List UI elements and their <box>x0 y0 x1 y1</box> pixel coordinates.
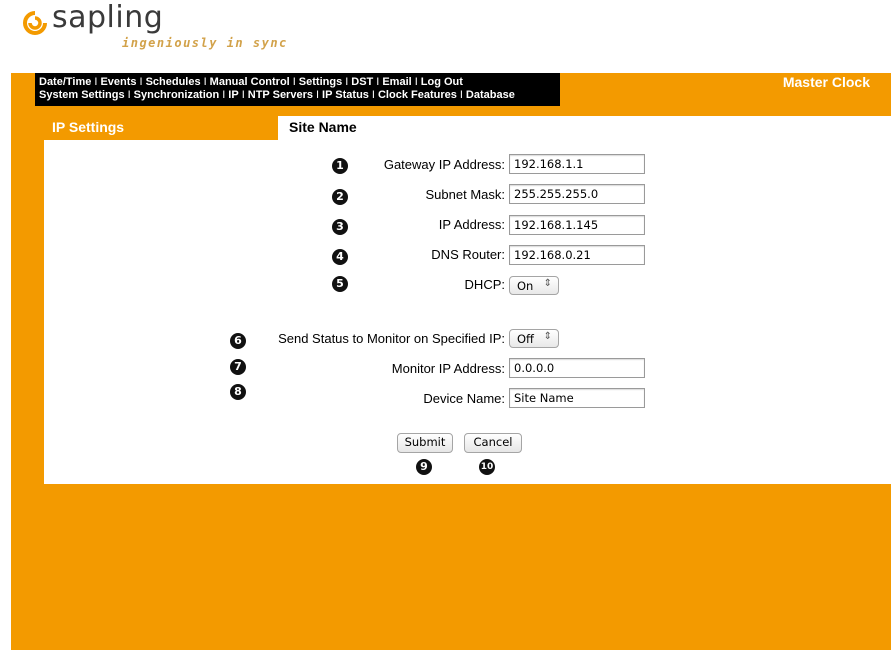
callout-2: 2 <box>332 189 348 205</box>
callout-3: 3 <box>332 219 348 235</box>
dns-router-label: DNS Router: <box>431 247 505 262</box>
main-navigation: Date/Time I Events I Schedules I Manual Contro… <box>35 73 560 106</box>
nav-link-database[interactable]: Database <box>466 89 515 101</box>
nav-link-ip-status[interactable]: IP Status <box>322 89 369 101</box>
gateway-ip-input[interactable] <box>509 154 645 174</box>
submit-button[interactable]: Submit <box>397 433 453 453</box>
monitor-ip-label: Monitor IP Address: <box>391 361 505 376</box>
nav-link-settings[interactable]: Settings <box>299 76 342 88</box>
nav-link-synchronization[interactable]: Synchronization <box>134 89 220 101</box>
callout-5: 5 <box>332 276 348 292</box>
device-name-label: Device Name: <box>423 391 505 406</box>
gateway-ip-label: Gateway IP Address: <box>383 157 505 172</box>
select-arrows-icon: ⇕ <box>543 278 552 289</box>
select-arrows-icon: ⇕ <box>543 331 552 342</box>
device-name-input[interactable] <box>509 388 645 408</box>
ip-address-input[interactable] <box>509 215 645 235</box>
sapling-logo-icon <box>23 11 47 35</box>
nav-link-date-time[interactable]: Date/Time <box>39 76 91 88</box>
master-clock-label: Master Clock <box>782 74 870 90</box>
callout-10: 10 <box>479 459 495 475</box>
nav-link-ip[interactable]: IP <box>228 89 238 101</box>
dhcp-label: DHCP: <box>464 277 505 292</box>
send-status-select[interactable]: Off ⇕ <box>509 329 559 348</box>
ip-address-label: IP Address: <box>438 217 505 232</box>
callout-8: 8 <box>230 384 246 400</box>
dns-router-input[interactable] <box>509 245 645 265</box>
nav-link-manual-control[interactable]: Manual Control <box>210 76 290 88</box>
subnet-mask-input[interactable] <box>509 184 645 204</box>
cancel-button[interactable]: Cancel <box>464 433 522 453</box>
send-status-label: Send Status to Monitor on Specified IP: <box>278 331 505 346</box>
logo-tagline: ingeniously in sync <box>122 36 288 50</box>
callout-9: 9 <box>416 459 432 475</box>
nav-row-primary: Date/Time I Events I Schedules I Manual Contro… <box>39 76 463 88</box>
callout-6: 6 <box>230 333 246 349</box>
nav-link-ntp-servers[interactable]: NTP Servers <box>248 89 313 101</box>
nav-link-system-settings[interactable]: System Settings <box>39 89 125 101</box>
nav-link-email[interactable]: Email <box>382 76 411 88</box>
dhcp-select[interactable]: On ⇕ <box>509 276 559 295</box>
callout-7: 7 <box>230 359 246 375</box>
nav-link-schedules[interactable]: Schedules <box>146 76 201 88</box>
nav-link-clock-features[interactable]: Clock Features <box>378 89 457 101</box>
nav-link-dst[interactable]: DST <box>351 76 373 88</box>
subnet-mask-label: Subnet Mask: <box>425 187 506 202</box>
nav-link-log-out[interactable]: Log Out <box>421 76 463 88</box>
site-name-tab <box>278 116 891 142</box>
callout-1: 1 <box>332 158 348 174</box>
dhcp-select-value: On <box>517 279 534 293</box>
nav-link-events[interactable]: Events <box>100 76 136 88</box>
send-status-select-value: Off <box>517 332 534 346</box>
section-title: IP Settings <box>52 119 125 135</box>
monitor-ip-input[interactable] <box>509 358 645 378</box>
nav-row-secondary: System Settings I Synchronization I IP I NTP S… <box>39 89 515 101</box>
page-title: Site Name <box>289 119 357 135</box>
callout-4: 4 <box>332 249 348 265</box>
logo-wordmark: sapling <box>52 0 164 35</box>
